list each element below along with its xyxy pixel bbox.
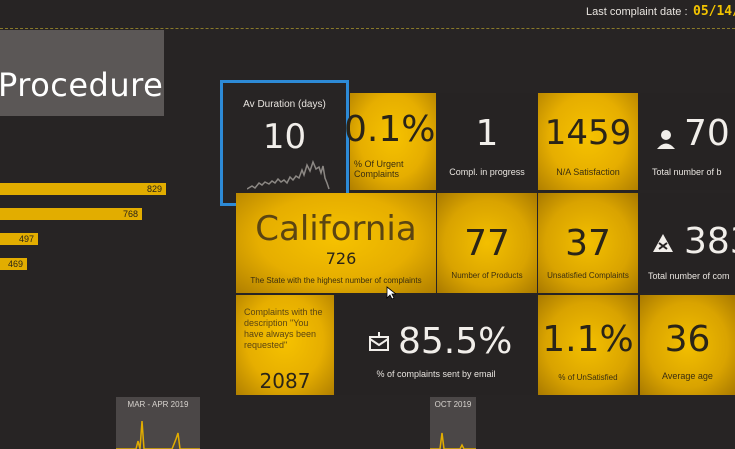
in-progress-label: Compl. in progress bbox=[449, 167, 525, 177]
mini-chart-mar-apr[interactable]: MAR - APR 2019 bbox=[116, 397, 200, 449]
page-title: Procedure bbox=[0, 66, 164, 104]
total-b-tile[interactable]: 70 Total number of b bbox=[640, 93, 735, 190]
duration-sparkline bbox=[247, 159, 330, 190]
bar-label: 829 bbox=[146, 184, 162, 194]
state-tile[interactable]: California 726 The State with the highes… bbox=[236, 193, 436, 293]
email-value: 85.5% bbox=[398, 321, 513, 362]
products-label: Number of Products bbox=[451, 271, 523, 280]
person-icon bbox=[657, 130, 675, 149]
warning-icon bbox=[653, 234, 673, 252]
email-tile[interactable]: 85.5% % of complaints sent by email bbox=[336, 295, 536, 395]
description-value: 2087 bbox=[259, 369, 311, 393]
bar-item[interactable]: 497 bbox=[0, 233, 38, 245]
mini-chart-spikes bbox=[116, 420, 200, 449]
pct-unsatisfied-tile[interactable]: 1.1% % of UnSatisfied bbox=[538, 295, 638, 395]
pct-unsatisfied-value: 1.1% bbox=[542, 319, 634, 360]
bar-item[interactable]: 469 bbox=[0, 258, 27, 270]
bar-label: 469 bbox=[7, 259, 23, 269]
last-complaint-date-label: Last complaint date : bbox=[586, 6, 688, 18]
in-progress-tile[interactable]: 1 Compl. in progress bbox=[437, 93, 537, 190]
in-progress-value: 1 bbox=[475, 113, 499, 154]
email-label: % of complaints sent by email bbox=[376, 369, 496, 379]
total-com-tile[interactable]: 383 Total number of com bbox=[640, 193, 735, 293]
total-b-label: Total number of b bbox=[652, 167, 722, 177]
av-duration-value: 10 bbox=[262, 117, 307, 157]
cursor-icon bbox=[386, 286, 396, 300]
products-tile[interactable]: 77 Number of Products bbox=[437, 193, 537, 293]
avg-age-value: 36 bbox=[664, 319, 711, 360]
email-icon bbox=[369, 332, 389, 351]
unsatisfied-label: Unsatisfied Complaints bbox=[547, 271, 629, 280]
mini-chart-label: OCT 2019 bbox=[434, 400, 472, 409]
state-name: California bbox=[255, 209, 417, 249]
pct-unsatisfied-label: % of UnSatisfied bbox=[558, 373, 618, 382]
description-tile[interactable]: Complaints with the description "You hav… bbox=[236, 295, 334, 395]
state-value: 726 bbox=[325, 249, 357, 268]
description-text: Complaints with the description "You hav… bbox=[244, 307, 323, 350]
unsatisfied-tile[interactable]: 37 Unsatisfied Complaints bbox=[538, 193, 638, 293]
av-duration-card[interactable]: Av Duration (days) 10 bbox=[220, 80, 349, 206]
unsatisfied-value: 37 bbox=[565, 223, 611, 264]
urgent-tile[interactable]: 0.1% % Of Urgent Complaints bbox=[344, 93, 436, 190]
na-satisfaction-value: 1459 bbox=[544, 113, 632, 153]
mini-chart-label: MAR - APR 2019 bbox=[127, 400, 189, 409]
av-duration-label: Av Duration (days) bbox=[243, 99, 326, 110]
mini-chart-spikes bbox=[430, 432, 476, 449]
bar-item[interactable]: 768 bbox=[0, 208, 142, 220]
total-com-label: Total number of com bbox=[648, 271, 730, 281]
avg-age-tile[interactable]: 36 Average age bbox=[640, 295, 735, 395]
total-b-value: 70 bbox=[684, 113, 730, 154]
products-value: 77 bbox=[464, 223, 510, 264]
avg-age-label: Average age bbox=[662, 371, 713, 381]
bar-item[interactable]: 829 bbox=[0, 183, 166, 195]
na-satisfaction-label: N/A Satisfaction bbox=[556, 167, 620, 177]
bar-label: 497 bbox=[18, 234, 34, 244]
bar-label: 768 bbox=[122, 209, 138, 219]
mini-chart-oct[interactable]: OCT 2019 bbox=[430, 397, 476, 449]
na-satisfaction-tile[interactable]: 1459 N/A Satisfaction bbox=[538, 93, 638, 190]
urgent-label: % Of Urgent Complaints bbox=[354, 159, 404, 179]
state-label: The State with the highest number of com… bbox=[250, 276, 422, 285]
total-com-value: 383 bbox=[684, 221, 735, 262]
last-complaint-date-value: 05/14/2 bbox=[693, 4, 735, 19]
urgent-value: 0.1% bbox=[344, 109, 436, 150]
